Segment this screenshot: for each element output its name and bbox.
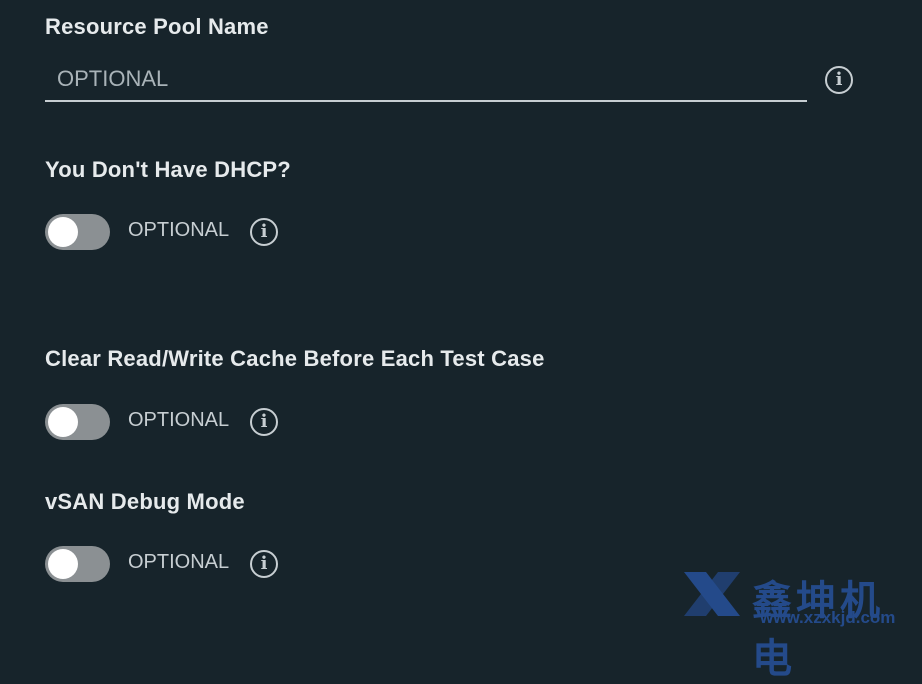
vsan-debug-optional-text: OPTIONAL bbox=[128, 551, 230, 573]
clear-cache-label: Clear Read/Write Cache Before Each Test … bbox=[45, 346, 545, 371]
clear-cache-optional-text: OPTIONAL bbox=[128, 409, 230, 431]
vsan-debug-info-icon[interactable]: i bbox=[250, 550, 278, 578]
vsan-debug-label: vSAN Debug Mode bbox=[45, 489, 245, 514]
watermark-url: www.xzxkjd.com bbox=[760, 608, 896, 627]
resource-pool-info-icon[interactable]: i bbox=[825, 66, 853, 94]
resource-pool-name-label: Resource Pool Name bbox=[45, 14, 269, 39]
toggle-knob bbox=[48, 549, 78, 579]
no-dhcp-optional-text: OPTIONAL bbox=[128, 219, 230, 241]
toggle-knob bbox=[48, 407, 78, 437]
resource-pool-name-field[interactable] bbox=[45, 58, 807, 102]
watermark-logo-icon bbox=[684, 572, 740, 616]
no-dhcp-label: You Don't Have DHCP? bbox=[45, 157, 291, 182]
clear-cache-toggle[interactable] bbox=[45, 404, 110, 440]
watermark: 鑫坤机电 www.xzxkjd.com bbox=[680, 566, 922, 682]
no-dhcp-toggle[interactable] bbox=[45, 214, 110, 250]
toggle-knob bbox=[48, 217, 78, 247]
resource-pool-name-input[interactable] bbox=[45, 58, 807, 100]
no-dhcp-info-icon[interactable]: i bbox=[250, 218, 278, 246]
clear-cache-info-icon[interactable]: i bbox=[250, 408, 278, 436]
vsan-debug-toggle[interactable] bbox=[45, 546, 110, 582]
